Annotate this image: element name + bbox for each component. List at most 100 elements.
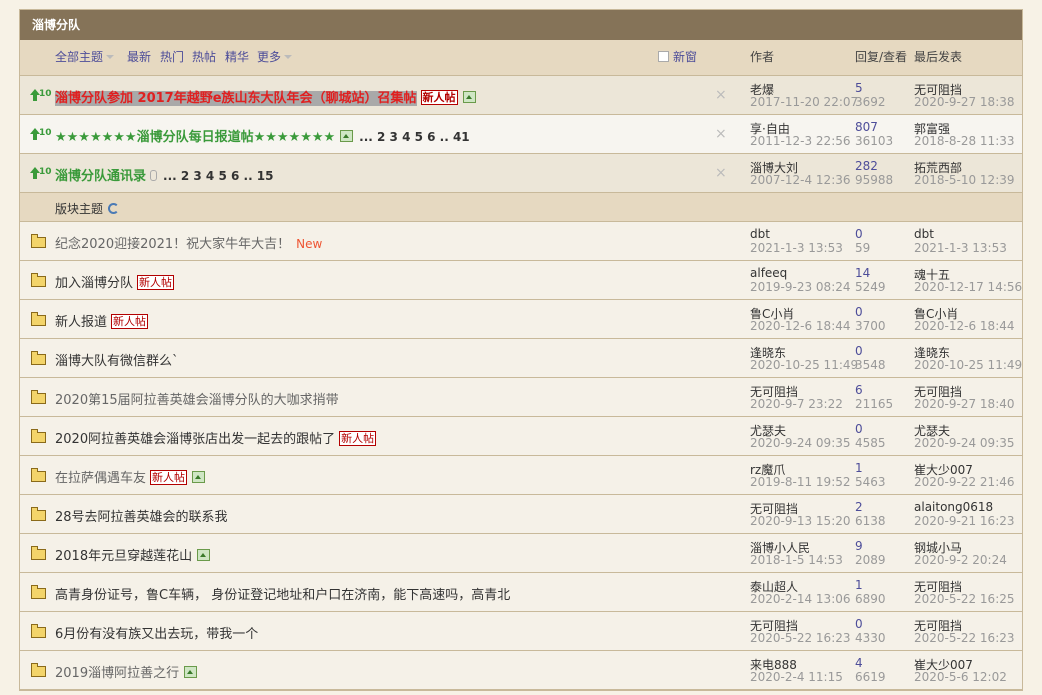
- new-window-checkbox[interactable]: [658, 51, 669, 62]
- reply-count[interactable]: 0: [855, 422, 863, 436]
- new-window-toggle[interactable]: 新窗: [658, 40, 697, 75]
- last-post-date[interactable]: 2020-5-22 16:23: [914, 631, 1015, 645]
- thread-title[interactable]: 28号去阿拉善英雄会的联系我: [55, 506, 228, 525]
- pin-icon[interactable]: 10: [30, 89, 52, 101]
- thread-row: 新人报道 新人帖 鲁C小肖 2020-12-6 18:44 0 3700 鲁C小肖…: [20, 300, 1022, 339]
- reply-count[interactable]: 9: [855, 539, 863, 553]
- last-post-date[interactable]: 2018-8-28 11:33: [914, 134, 1015, 148]
- newbie-badge: 新人帖: [420, 90, 458, 105]
- last-post-date[interactable]: 2020-9-24 09:35: [914, 436, 1015, 450]
- thread-title-text[interactable]: 淄博分队参加 2017年越野e族山东大队年会（聊城站）召集帖: [55, 91, 417, 106]
- last-post-date[interactable]: 2020-9-21 16:23: [914, 514, 1015, 528]
- reply-count[interactable]: 2: [855, 500, 863, 514]
- thread-title[interactable]: 2020第15届阿拉善英雄会淄博分队的大咖求捎带: [55, 389, 339, 408]
- thread-title[interactable]: 新人报道 新人帖: [55, 311, 149, 330]
- last-post-date[interactable]: 2020-5-22 16:25: [914, 592, 1015, 606]
- folder-icon[interactable]: [31, 663, 46, 677]
- thread-title-text[interactable]: 纪念2020迎接2021！祝大家牛年大吉！: [55, 237, 290, 252]
- folder-icon[interactable]: [31, 546, 46, 560]
- pin-icon[interactable]: 10: [30, 128, 52, 140]
- thread-title[interactable]: 淄博分队参加 2017年越野e族山东大队年会（聊城站）召集帖 新人帖: [55, 87, 476, 106]
- thread-title-text[interactable]: 2019淄博阿拉善之行: [55, 666, 179, 681]
- reply-count[interactable]: 14: [855, 266, 870, 280]
- thread-title[interactable]: 2019淄博阿拉善之行: [55, 662, 198, 681]
- thread-title-text[interactable]: 加入淄博分队: [55, 276, 133, 291]
- thread-title[interactable]: 淄博大队有微信群么`: [55, 350, 179, 369]
- reply-count[interactable]: 4: [855, 656, 863, 670]
- thread-title[interactable]: 在拉萨偶遇车友 新人帖: [55, 467, 206, 486]
- thread-title[interactable]: ★★★★★★★淄博分队每日报道帖★★★★★★★ ... 2 3 4 5 6 .. …: [55, 126, 470, 145]
- thread-author[interactable]: dbt: [750, 227, 770, 241]
- close-icon[interactable]: ×: [715, 87, 727, 103]
- folder-icon[interactable]: [31, 429, 46, 443]
- reply-count[interactable]: 0: [855, 305, 863, 319]
- refresh-icon[interactable]: [108, 203, 120, 214]
- thread-title-text[interactable]: 高青身份证号，鲁C车辆， 身份证登记地址和户口在济南，能下高速吗，高青北: [55, 588, 510, 603]
- image-attachment-icon: [197, 549, 211, 561]
- last-post-date[interactable]: 2020-9-27 18:40: [914, 397, 1015, 411]
- last-poster[interactable]: alaitong0618: [914, 500, 993, 514]
- last-poster[interactable]: dbt: [914, 227, 934, 241]
- thread-title[interactable]: 加入淄博分队 新人帖: [55, 272, 175, 291]
- folder-icon[interactable]: [31, 351, 46, 365]
- filter-digest[interactable]: 精华: [225, 40, 249, 75]
- folder-icon[interactable]: [31, 312, 46, 326]
- folder-icon[interactable]: [31, 390, 46, 404]
- reply-count[interactable]: 0: [855, 227, 863, 241]
- thread-title-text[interactable]: 28号去阿拉善英雄会的联系我: [55, 510, 228, 525]
- thread-title-text[interactable]: 淄博分队通讯录: [55, 169, 146, 184]
- pin-icon[interactable]: 10: [30, 167, 52, 179]
- thread-title[interactable]: 2018年元旦穿越莲花山: [55, 545, 211, 564]
- filter-hot-posts[interactable]: 热帖: [192, 40, 216, 75]
- thread-author[interactable]: alfeeq: [750, 266, 787, 280]
- filter-latest[interactable]: 最新: [127, 40, 151, 75]
- folder-icon[interactable]: [31, 273, 46, 287]
- last-post-date[interactable]: 2020-12-17 14:56: [914, 280, 1022, 294]
- last-post-date[interactable]: 2020-12-6 18:44: [914, 319, 1015, 333]
- view-count: 4330: [855, 631, 886, 645]
- thread-title-text[interactable]: 新人报道: [55, 315, 107, 330]
- page-links[interactable]: ... 2 3 4 5 6 .. 15: [163, 169, 273, 183]
- close-icon[interactable]: ×: [715, 126, 727, 142]
- thread-title-text[interactable]: 淄博大队有微信群么`: [55, 354, 179, 369]
- thread-title-text[interactable]: 在拉萨偶遇车友: [55, 471, 146, 486]
- last-post-date[interactable]: 2018-5-10 12:39: [914, 173, 1015, 187]
- last-post-date[interactable]: 2020-9-2 20:24: [914, 553, 1007, 567]
- reply-count[interactable]: 807: [855, 120, 878, 134]
- folder-icon[interactable]: [31, 585, 46, 599]
- newbie-badge: 新人帖: [137, 275, 175, 290]
- thread-row: 28号去阿拉善英雄会的联系我 无可阻挡 2020-9-13 15:20 2 61…: [20, 495, 1022, 534]
- thread-title[interactable]: 2020阿拉善英雄会淄博张店出发一起去的跟帖了 新人帖: [55, 428, 377, 447]
- close-icon[interactable]: ×: [715, 165, 727, 181]
- page-links[interactable]: ... 2 3 4 5 6 .. 41: [359, 130, 469, 144]
- last-post-date[interactable]: 2020-9-27 18:38: [914, 95, 1015, 109]
- filter-more[interactable]: 更多: [257, 40, 293, 75]
- thread-title-text[interactable]: 2020阿拉善英雄会淄博张店出发一起去的跟帖了: [55, 432, 335, 447]
- reply-count[interactable]: 6: [855, 383, 863, 397]
- thread-title[interactable]: 纪念2020迎接2021！祝大家牛年大吉！ New: [55, 233, 322, 252]
- thread-title-text[interactable]: ★★★★★★★淄博分队每日报道帖★★★★★★★: [55, 130, 335, 145]
- last-post-date[interactable]: 2020-5-6 12:02: [914, 670, 1007, 684]
- filter-hot[interactable]: 热门: [160, 40, 184, 75]
- thread-title[interactable]: 淄博分队通讯录 ... 2 3 4 5 6 .. 15: [55, 165, 274, 184]
- sticky-thread-row: 10 淄博分队参加 2017年越野e族山东大队年会（聊城站）召集帖 新人帖 × 老…: [20, 76, 1022, 115]
- thread-title-text[interactable]: 2020第15届阿拉善英雄会淄博分队的大咖求捎带: [55, 393, 339, 408]
- thread-title-text[interactable]: 6月份有没有族又出去玩，带我一个: [55, 627, 258, 642]
- thread-title[interactable]: 6月份有没有族又出去玩，带我一个: [55, 623, 258, 642]
- last-post-date[interactable]: 2020-9-22 21:46: [914, 475, 1015, 489]
- filter-all-threads[interactable]: 全部主题: [55, 40, 115, 75]
- reply-count[interactable]: 5: [855, 81, 863, 95]
- last-post-date[interactable]: 2020-10-25 11:49: [914, 358, 1022, 372]
- folder-icon[interactable]: [31, 507, 46, 521]
- reply-count[interactable]: 282: [855, 159, 878, 173]
- thread-title[interactable]: 高青身份证号，鲁C车辆， 身份证登记地址和户口在济南，能下高速吗，高青北: [55, 584, 510, 603]
- reply-count[interactable]: 1: [855, 461, 863, 475]
- folder-icon[interactable]: [31, 624, 46, 638]
- reply-count[interactable]: 0: [855, 617, 863, 631]
- folder-icon[interactable]: [31, 468, 46, 482]
- folder-icon[interactable]: [31, 234, 46, 248]
- reply-count[interactable]: 0: [855, 344, 863, 358]
- reply-count[interactable]: 1: [855, 578, 863, 592]
- thread-title-text[interactable]: 2018年元旦穿越莲花山: [55, 549, 192, 564]
- last-post-date[interactable]: 2021-1-3 13:53: [914, 241, 1007, 255]
